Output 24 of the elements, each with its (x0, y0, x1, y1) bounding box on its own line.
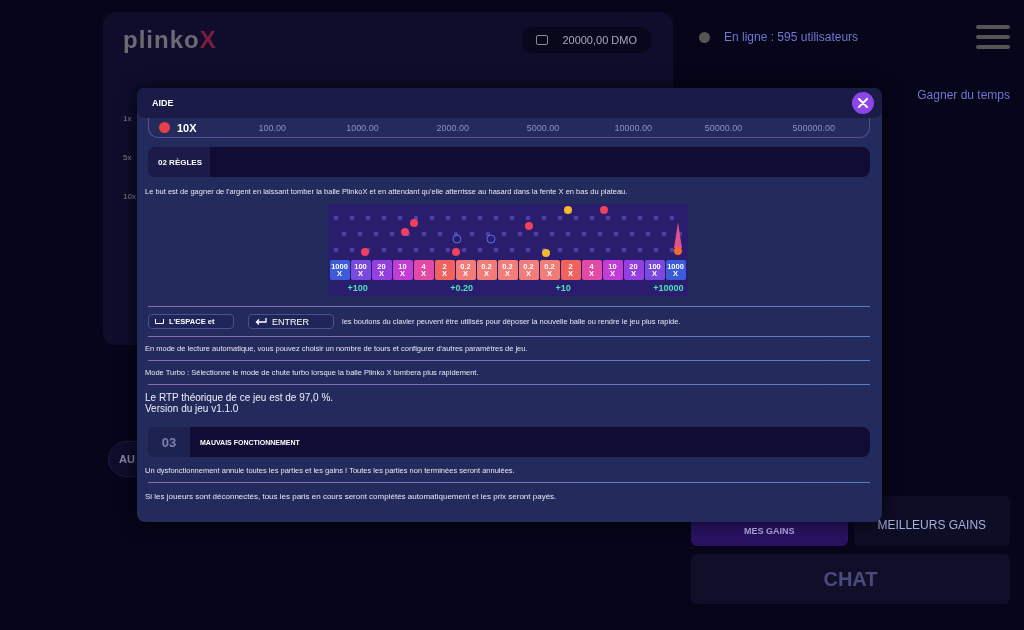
payout-value: 1000.00 (345, 122, 380, 133)
payout-value: 5000.00 (525, 122, 561, 133)
gain-label: +10 (555, 283, 571, 293)
logo: plinkoX (123, 26, 217, 54)
payout-value: 10000.00 (613, 122, 654, 133)
payout-value: 2000.00 (435, 122, 470, 133)
multiplier-label: 5x (123, 153, 133, 162)
version-text: Version du jeu v1.1.0 (145, 403, 240, 414)
rtp-text: Le RTP théorique de ce jeu est de 97,0 %. (145, 392, 335, 403)
section-number: 03 (148, 427, 190, 457)
gain-label: +0.20 (450, 283, 473, 293)
payout-value: 500000.00 (791, 122, 837, 133)
multiplier-label: 1x (123, 114, 133, 123)
section-title: 02 RÈGLES (148, 147, 210, 177)
payout-value: 50000.00 (703, 122, 744, 133)
payout-label: 10X (177, 121, 198, 134)
multiplier-label: 10x (123, 192, 137, 201)
gain-label: +100 (347, 283, 368, 293)
online-users: En ligne : 595 utilisateurs (724, 30, 860, 44)
payout-value: 100.00 (257, 122, 287, 133)
balance-field: 20000,00 DMO (522, 27, 651, 53)
gain-label: +10000 (653, 283, 684, 293)
dialog-title: AIDE (152, 98, 174, 108)
disconnect-text: Si les joueurs sont déconnectés, tous les paris en cours seront complétés automatiquement et les prix seront payés. (145, 492, 558, 501)
